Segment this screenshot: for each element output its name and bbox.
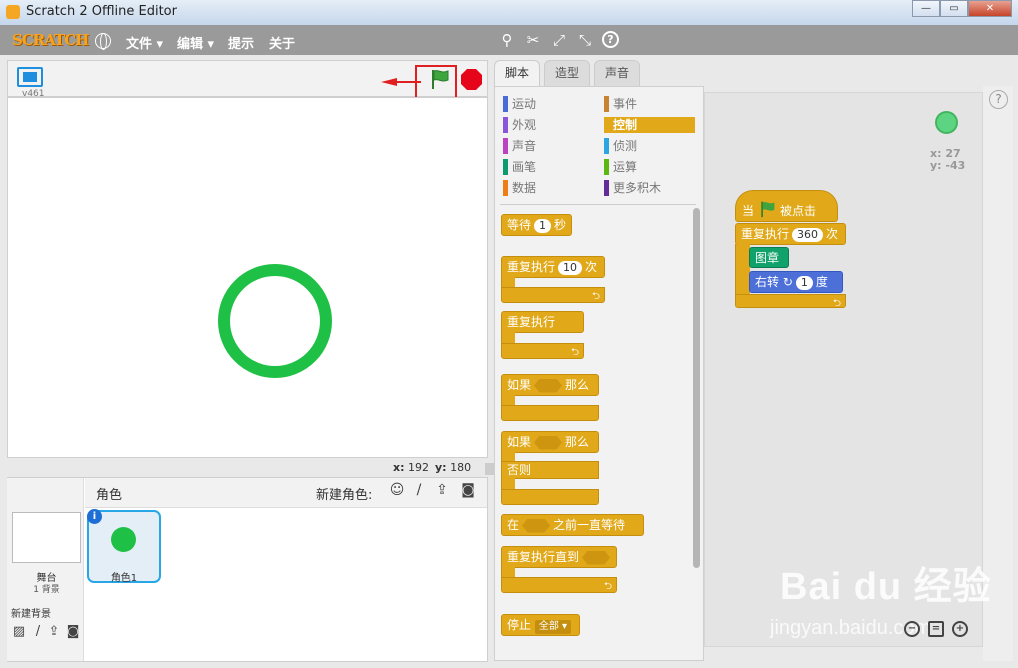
- category-events[interactable]: 事件: [604, 96, 637, 112]
- block-help-icon[interactable]: ?: [989, 90, 1008, 109]
- sprite-costume-preview: [111, 527, 136, 552]
- category-pen[interactable]: 画笔: [503, 159, 536, 175]
- stop-icon[interactable]: [461, 69, 482, 90]
- menu-edit[interactable]: 编辑 ▾: [177, 33, 214, 52]
- script-repeat-bottom: ⮌: [735, 294, 846, 309]
- paint-backdrop-brush-icon[interactable]: /: [30, 624, 46, 639]
- mouse-y-readout: y: 180: [435, 461, 472, 474]
- mouse-x-readout: x: 192: [393, 461, 429, 474]
- window-controls: — ▭ ✕: [912, 0, 1012, 18]
- block-wait[interactable]: 等待 1 秒: [501, 214, 573, 236]
- script-repeat-arm: [735, 244, 750, 295]
- hat-green-flag-icon: [761, 201, 775, 218]
- sprite-position-readout: x: 27 y: -43: [930, 147, 966, 172]
- camera-sprite-icon[interactable]: ◙: [459, 482, 477, 500]
- category-motion[interactable]: 运动: [503, 96, 536, 112]
- script-turn-right-block[interactable]: 右转 ↻ 1 度: [749, 271, 843, 293]
- shrink-icon[interactable]: ⤡: [576, 31, 594, 49]
- category-control[interactable]: 控制: [604, 117, 695, 133]
- help-icon[interactable]: ?: [602, 31, 619, 48]
- backdrop-library-icon[interactable]: ▨: [11, 624, 27, 639]
- upload-sprite-icon[interactable]: ⇪: [433, 482, 451, 500]
- palette-divider: [500, 204, 696, 205]
- current-sprite-preview: [935, 111, 958, 134]
- paint-sprite-brush-icon[interactable]: /: [410, 482, 428, 500]
- sprite-ring-drawing[interactable]: [218, 264, 332, 378]
- choose-sprite-library-icon[interactable]: ☺: [388, 482, 406, 500]
- script-repeat-block[interactable]: 重复执行 360 次: [735, 223, 846, 245]
- tab-scripts[interactable]: 脚本: [494, 60, 541, 87]
- collapse-stage-icon[interactable]: [485, 463, 494, 475]
- new-sprite-label: 新建角色:: [316, 488, 373, 503]
- info-icon[interactable]: i: [87, 509, 102, 524]
- green-flag-icon[interactable]: [428, 68, 450, 90]
- scratch-cat-icon: [6, 5, 20, 19]
- block-stop[interactable]: 停止 全部 ▾: [501, 614, 580, 636]
- block-wait-until[interactable]: 在之前一直等待: [501, 514, 644, 536]
- scratch-logo[interactable]: SCRATCH: [12, 31, 89, 51]
- tab-costumes[interactable]: 造型: [544, 60, 591, 86]
- backdrop-count: 1 背景: [33, 585, 60, 595]
- category-looks[interactable]: 外观: [503, 117, 536, 133]
- cut-scissors-icon[interactable]: ✂: [524, 31, 542, 49]
- category-more-blocks[interactable]: 更多积木: [604, 180, 661, 196]
- sprites-label: 角色: [96, 488, 123, 503]
- zoom-reset-icon[interactable]: =: [928, 621, 944, 637]
- turn-clockwise-icon: ↻: [782, 275, 793, 289]
- script-stamp-block[interactable]: 图章: [749, 247, 789, 268]
- menu-tips[interactable]: 提示: [228, 33, 254, 52]
- script-when-flag-clicked[interactable]: 当被点击: [735, 190, 838, 222]
- tab-sounds[interactable]: 声音: [594, 60, 641, 86]
- presentation-mode-icon[interactable]: [17, 67, 43, 87]
- grow-icon[interactable]: ⤢: [550, 31, 568, 49]
- minimize-button[interactable]: —: [912, 0, 940, 17]
- stop-option-dropdown[interactable]: 全部 ▾: [534, 620, 572, 634]
- zoom-in-icon[interactable]: +: [952, 621, 968, 637]
- zoom-out-icon[interactable]: −: [904, 621, 920, 637]
- palette-scrollbar[interactable]: [693, 208, 700, 568]
- stage-thumbnail[interactable]: [12, 512, 81, 563]
- camera-backdrop-icon[interactable]: ◙: [65, 624, 81, 639]
- window-titlebar: Scratch 2 Offline Editor — ▭ ✕: [0, 0, 1018, 25]
- close-button[interactable]: ✕: [968, 0, 1012, 17]
- window-title: Scratch 2 Offline Editor: [26, 4, 177, 19]
- baidu-watermark: Bai du 经验: [780, 566, 992, 608]
- category-operators[interactable]: 运算: [604, 159, 637, 175]
- category-sensing[interactable]: 侦测: [604, 138, 637, 154]
- category-sound[interactable]: 声音: [503, 138, 536, 154]
- language-globe-icon[interactable]: [95, 33, 111, 50]
- upload-backdrop-icon[interactable]: ⇪: [46, 624, 62, 639]
- menu-file[interactable]: 文件 ▾: [126, 33, 163, 52]
- sprite-name: 角色1: [110, 573, 138, 584]
- duplicate-stamp-icon[interactable]: ⚲: [498, 31, 516, 49]
- menu-about[interactable]: 关于: [269, 33, 295, 52]
- maximize-button[interactable]: ▭: [940, 0, 968, 17]
- category-data[interactable]: 数据: [503, 180, 536, 196]
- new-backdrop-label: 新建背景: [11, 609, 51, 620]
